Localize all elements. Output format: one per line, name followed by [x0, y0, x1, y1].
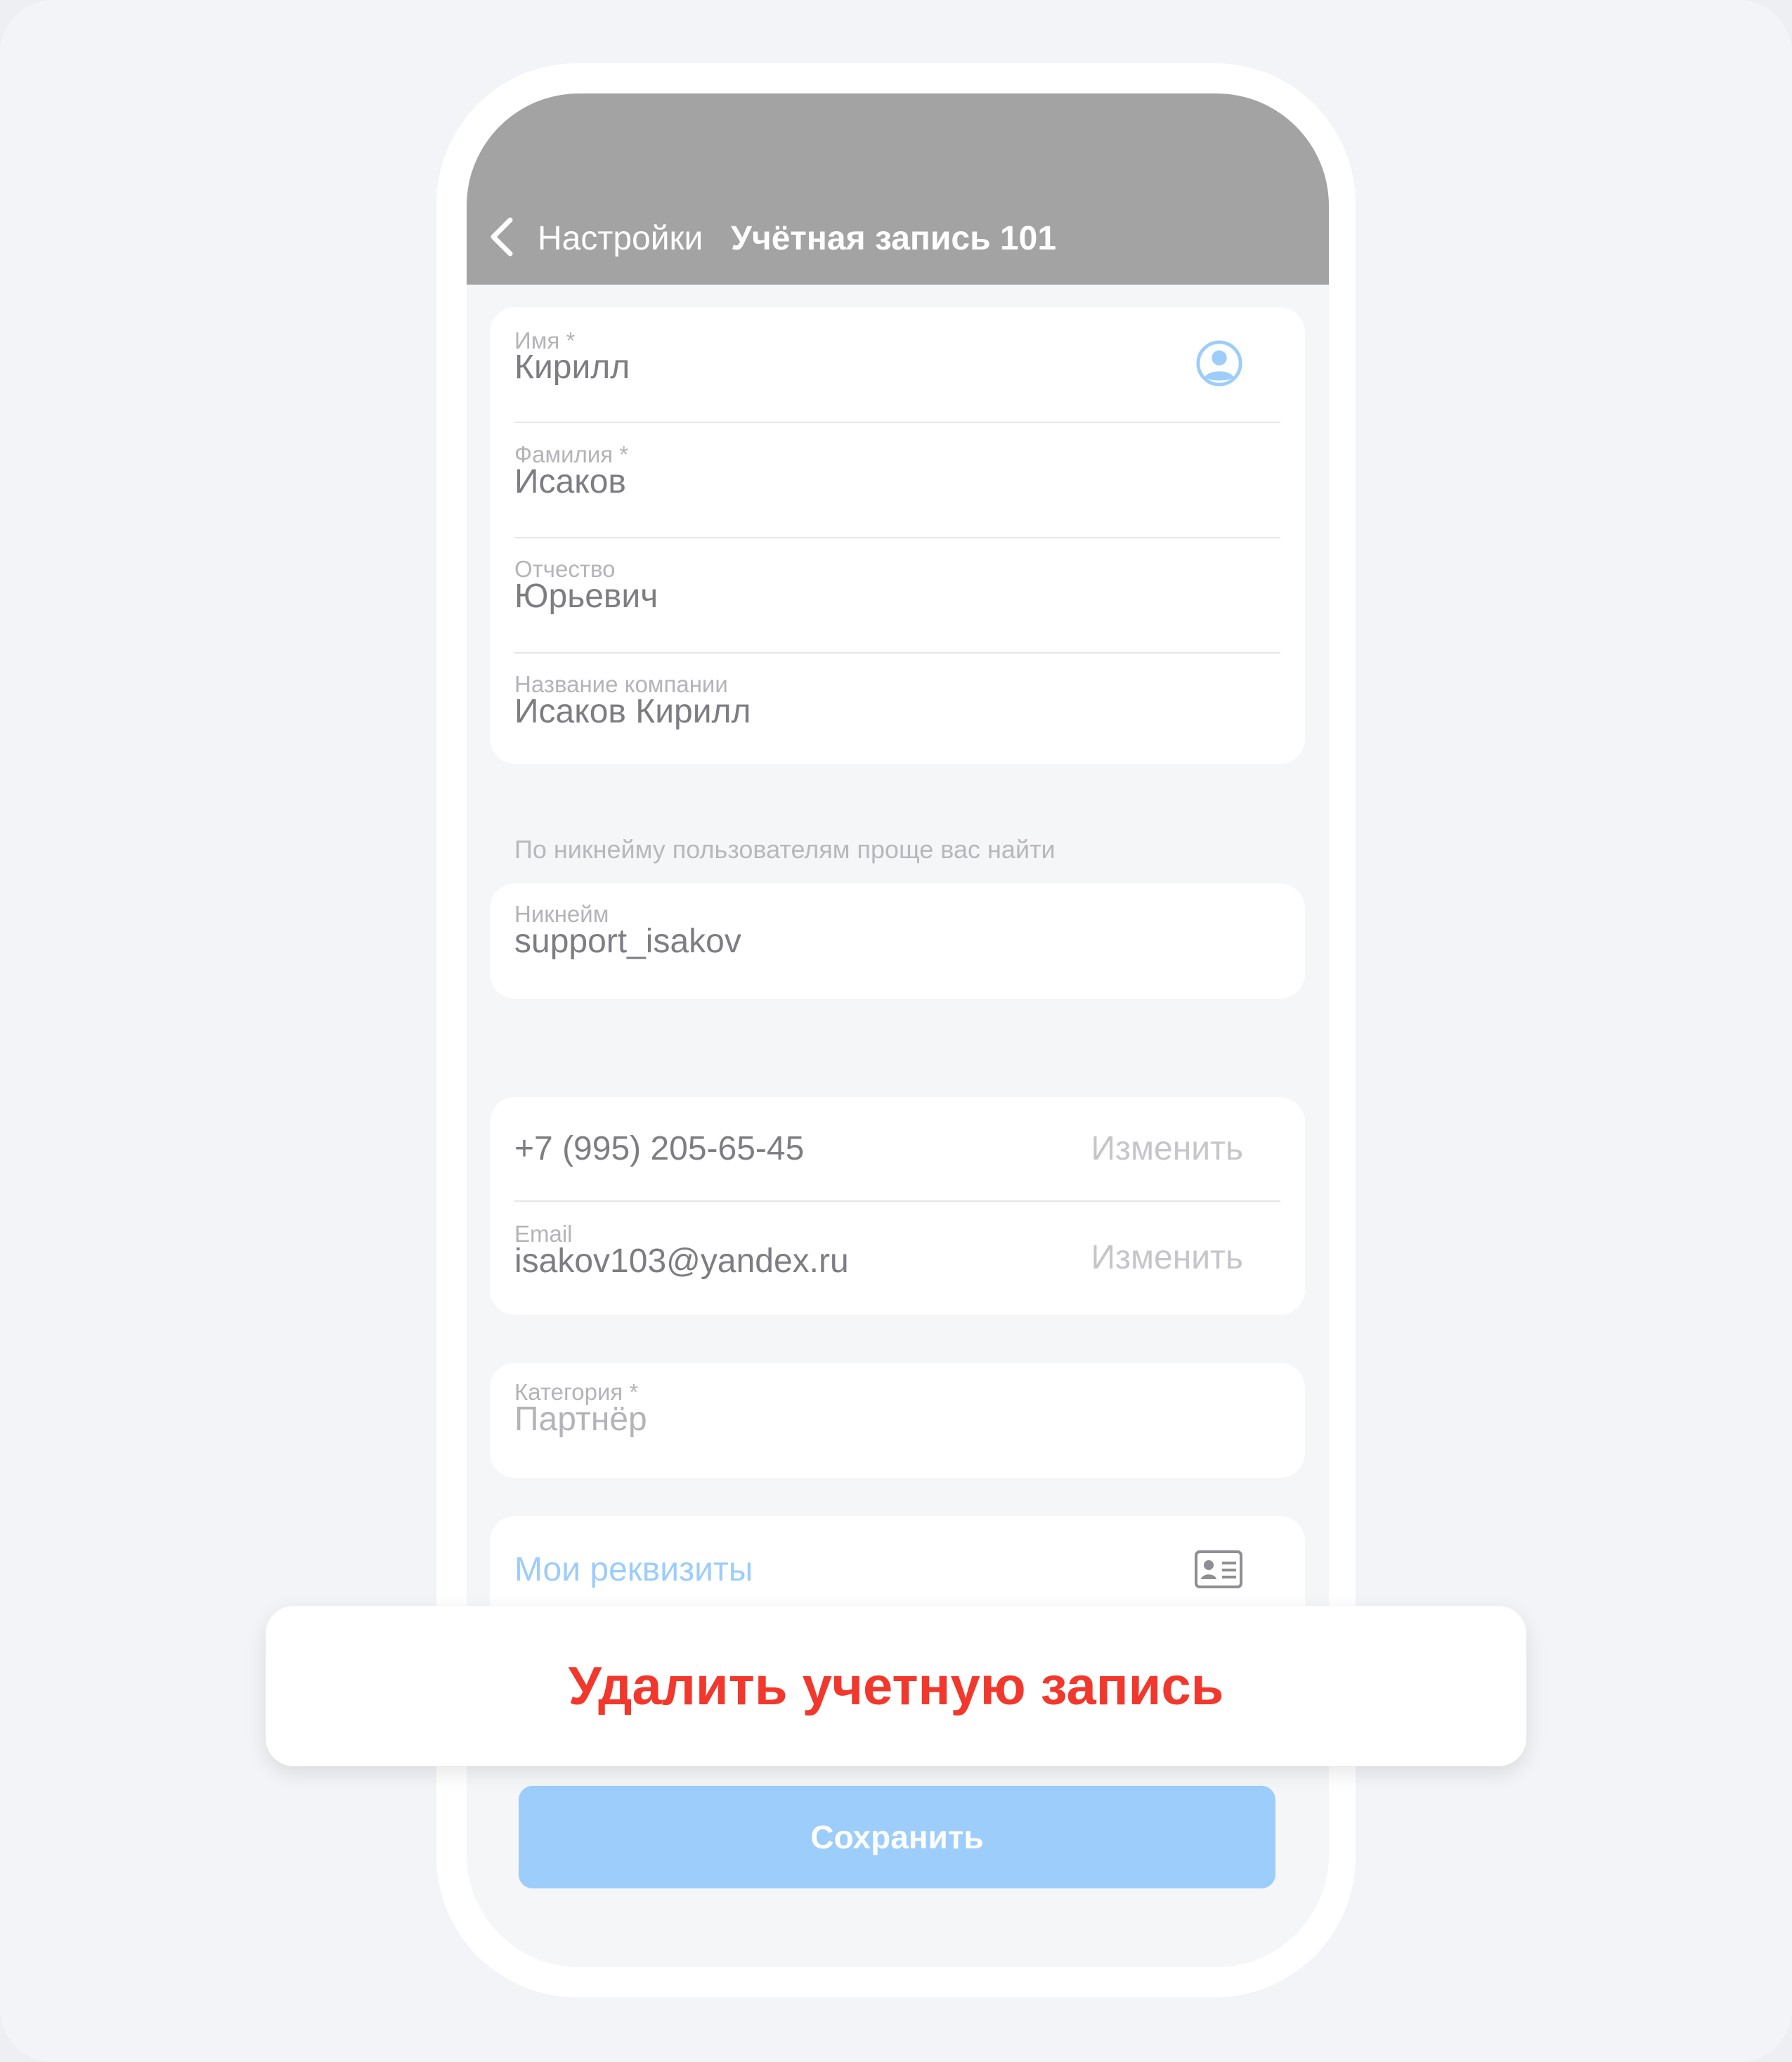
patronymic-value[interactable]: Юрьевич	[514, 576, 658, 617]
category-value[interactable]: Партнёр	[514, 1399, 647, 1440]
company-value[interactable]: Исаков Кирилл	[514, 692, 751, 732]
page-title: Учётная запись 101	[731, 220, 1057, 257]
contacts-card: +7 (995) 205-65-45 Изменить Email isakov…	[490, 1097, 1305, 1315]
category-field[interactable]: Категория * Партнёр	[514, 1363, 1305, 1478]
last-name-field[interactable]: Фамилия * Исаков	[514, 423, 1305, 538]
email-value: isakov103@yandex.ru	[514, 1243, 849, 1280]
id-card-icon	[1195, 1550, 1242, 1588]
delete-account-card[interactable]: Удалить учетную запись	[266, 1606, 1526, 1766]
back-button-label[interactable]: Настройки	[538, 219, 703, 259]
change-phone-button[interactable]: Изменить	[1091, 1129, 1243, 1169]
change-email-button[interactable]: Изменить	[1091, 1238, 1243, 1278]
category-card: Категория * Партнёр	[490, 1363, 1305, 1478]
save-button[interactable]: Сохранить	[519, 1786, 1275, 1888]
patronymic-field[interactable]: Отчество Юрьевич	[514, 538, 1305, 653]
delete-account-button[interactable]: Удалить учетную запись	[569, 1656, 1224, 1717]
nickname-value[interactable]: support_isakov	[514, 921, 741, 962]
nickname-hint: По никнейму пользователям проще вас найт…	[514, 835, 1056, 864]
last-name-value[interactable]: Исаков	[514, 462, 626, 502]
phone-value: +7 (995) 205-65-45	[514, 1130, 805, 1167]
company-field[interactable]: Название компании Исаков Кирилл	[514, 654, 1305, 764]
navigation-bar: Настройки Учётная запись 101	[467, 93, 1329, 285]
nickname-card: Никнейм support_isakov	[490, 883, 1305, 999]
first-name-field[interactable]: Имя * Кирилл	[514, 307, 1305, 422]
first-name-value[interactable]: Кирилл	[514, 347, 630, 388]
profile-card: Имя * Кирилл Фамилия * Исаков Отчество Ю…	[490, 307, 1305, 764]
chevron-left-icon[interactable]	[488, 216, 516, 258]
nickname-field[interactable]: Никнейм support_isakov	[514, 883, 1305, 999]
person-circle-icon[interactable]	[1195, 339, 1243, 387]
requisites-link[interactable]: Мои реквизиты	[514, 1550, 753, 1590]
